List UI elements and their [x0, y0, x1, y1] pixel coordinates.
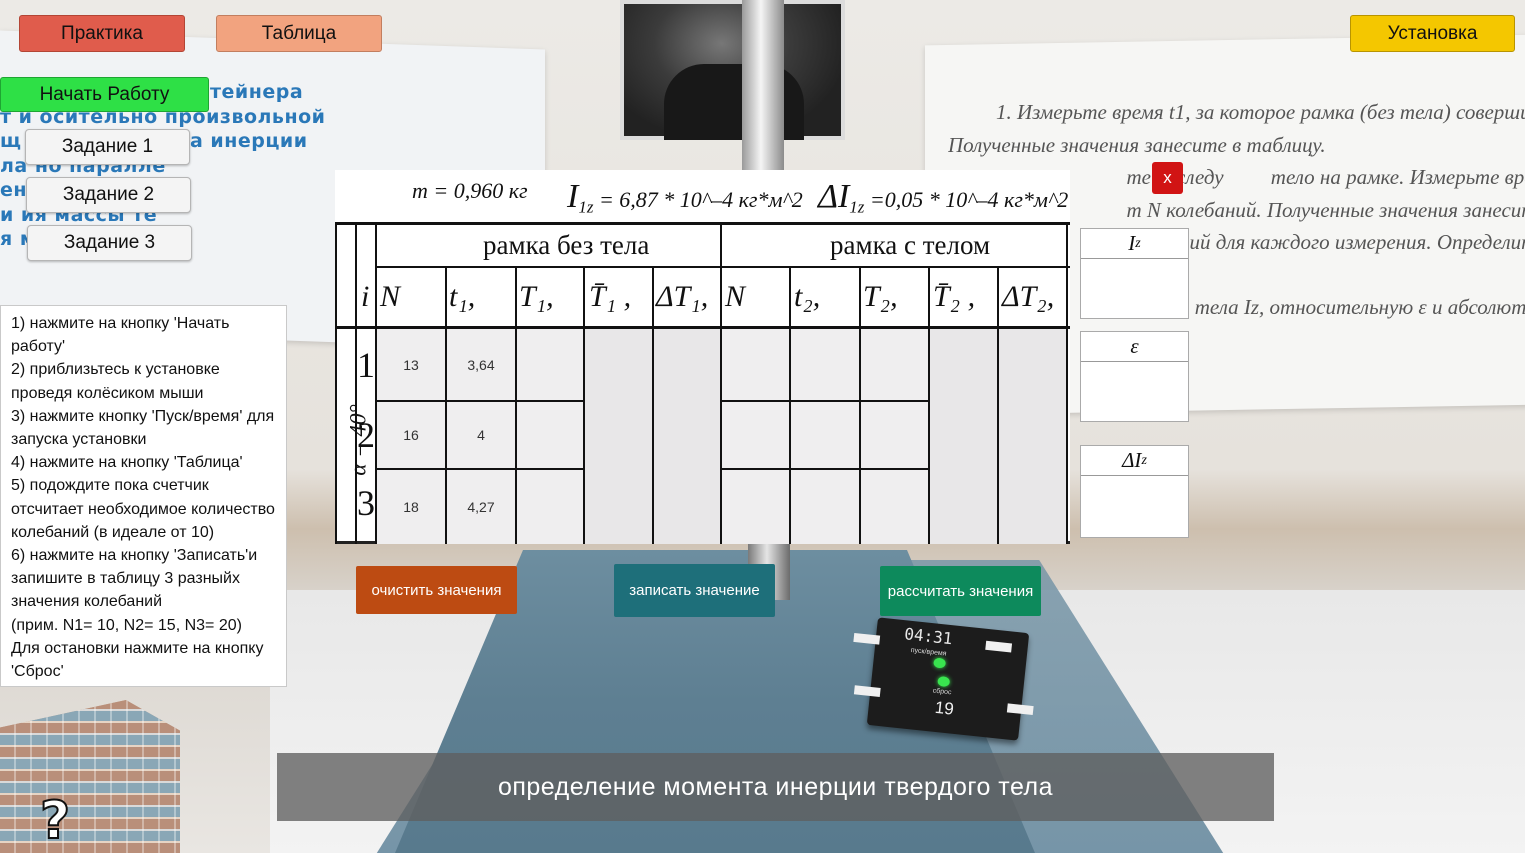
delta-iz-formula: ΔI1z =0,05 * 10^–4 кг*м^2 [818, 178, 1069, 217]
device-tab [1006, 703, 1034, 716]
iz-formula: I1z = 6,87 * 10^–4 кг*м^2 [567, 178, 803, 217]
result-diz-label: ΔI z [1081, 446, 1188, 476]
cell-t2[interactable] [791, 470, 859, 544]
row-index: 1 [357, 345, 375, 385]
mass-text: m = 0,960 кг [412, 178, 528, 203]
cell-T2[interactable] [861, 402, 928, 468]
cell-n1[interactable]: 18 [377, 470, 445, 544]
clear-values-button[interactable]: очистить значения [356, 566, 517, 614]
result-diz-box: ΔI z [1080, 445, 1189, 538]
cell-T2[interactable] [861, 470, 928, 544]
cell-n2[interactable] [722, 402, 789, 468]
iz-value: = 6,87 * 10^–4 кг*м^2 [598, 187, 803, 212]
portrait-image [620, 0, 845, 140]
delta-iz-value: =0,05 * 10^–4 кг*м^2 [869, 187, 1069, 212]
mass-formula: m = 0,960 кг [412, 178, 528, 204]
cell-dT1[interactable] [654, 329, 720, 544]
help-icon[interactable]: ? [39, 792, 82, 850]
task-2-button[interactable]: Задание 2 [26, 177, 191, 213]
device-tab [985, 640, 1013, 653]
write-value-button[interactable]: записать значение [614, 564, 775, 617]
practice-button[interactable]: Практика [19, 15, 185, 52]
col-header: ΔT₂, [1002, 280, 1055, 313]
col-header: t₂, [794, 280, 821, 313]
cell-t2[interactable] [791, 402, 859, 468]
result-iz-label: Iz [1081, 229, 1188, 259]
scene-caption: определение момента инерции твердого тел… [277, 753, 1274, 821]
col-header: t₁, [449, 280, 476, 313]
cell-T1-mean[interactable] [585, 329, 652, 544]
cell-n1[interactable]: 16 [377, 402, 445, 468]
result-iz-box: Iz [1080, 228, 1189, 319]
timer-display: 04:31 [903, 624, 954, 649]
col-header: T₁, [519, 280, 554, 313]
result-eps-box: ε [1080, 331, 1189, 422]
col-header: T̄₂ , [933, 280, 976, 313]
cell-T1[interactable] [517, 402, 583, 468]
label-sub: z [1135, 235, 1141, 251]
task-1-button[interactable]: Задание 1 [25, 129, 190, 165]
col-header: T̄₁ , [589, 280, 632, 313]
cell-T2-mean[interactable] [930, 329, 997, 544]
data-table-panel: m = 0,960 кг I1z = 6,87 * 10^–4 кг*м^2 Δ… [335, 170, 1070, 544]
cell-n2[interactable] [722, 470, 789, 544]
col-header: N [725, 280, 746, 313]
cell-n1[interactable]: 13 [377, 329, 445, 400]
cell-T2[interactable] [861, 329, 928, 400]
task-3-button[interactable]: Задание 3 [27, 225, 192, 261]
start-time-button[interactable] [933, 657, 947, 669]
calculate-values-button[interactable]: рассчитать значения [880, 566, 1041, 616]
cell-T1[interactable] [517, 329, 583, 400]
setup-button[interactable]: Установка [1350, 15, 1515, 52]
start-work-button[interactable]: Начать Работу [0, 77, 209, 112]
start-label: пуск/время [910, 646, 947, 658]
reset-button[interactable] [937, 675, 951, 688]
cell-n2[interactable] [722, 329, 789, 400]
decor-cube [0, 700, 180, 853]
label-text: ΔI [1122, 448, 1142, 472]
table-button[interactable]: Таблица [216, 15, 382, 52]
close-table-button[interactable]: x [1152, 162, 1183, 194]
reset-label: сброс [932, 687, 952, 697]
stopwatch-device: 04:31 пуск/время сброс 19 [853, 617, 1034, 741]
group-header-without-body: рамка без тела [483, 230, 650, 260]
cell-t1[interactable]: 4,27 [447, 470, 515, 544]
cell-t1[interactable]: 4 [447, 402, 515, 468]
cell-t1[interactable]: 3,64 [447, 329, 515, 400]
poster-line: Полученные значения занесите в таблицу. [948, 132, 1326, 157]
col-header-i: i [361, 280, 370, 313]
instructions-text: 1) нажмите на кнопку 'Начать работу' 2) … [11, 315, 275, 681]
row-index: 3 [357, 483, 375, 523]
col-header: ΔT₁, [656, 280, 709, 313]
oscillation-counter: 19 [933, 697, 955, 719]
col-header: T₂, [863, 280, 898, 313]
group-header-with-body: рамка с телом [830, 230, 991, 260]
cell-dT2[interactable] [999, 329, 1066, 544]
label-sub: z [1141, 452, 1147, 468]
cell-T1[interactable] [517, 470, 583, 544]
data-grid: рамка без тела рамка с телом i N t₁, T₁,… [335, 222, 1070, 544]
poster-line: 1. Измерьте время t1, за которое рамка (… [996, 100, 1525, 124]
apparatus-rod [742, 0, 784, 170]
result-eps-label: ε [1081, 332, 1188, 362]
col-header: N [380, 280, 401, 313]
instructions-panel: 1) нажмите на кнопку 'Начать работу' 2) … [0, 305, 287, 687]
cell-t2[interactable] [791, 329, 859, 400]
row-index: 2 [357, 415, 375, 455]
